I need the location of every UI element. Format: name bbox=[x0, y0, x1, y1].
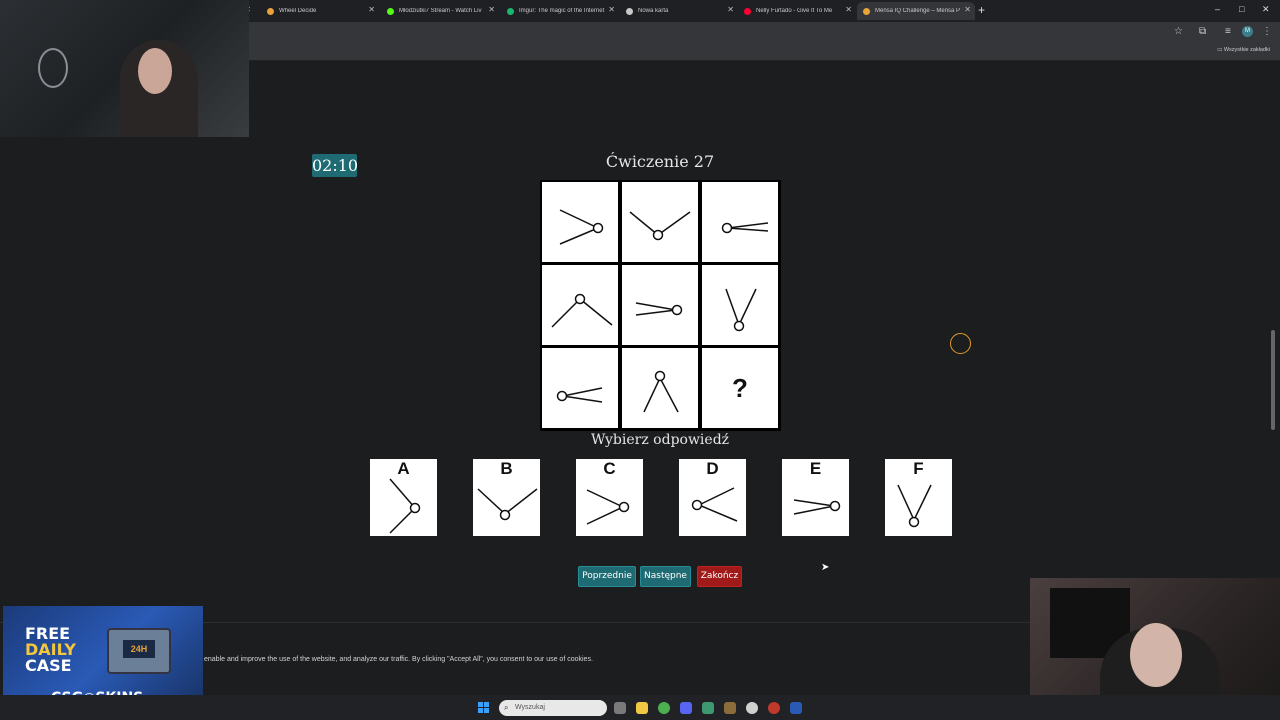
app-icon[interactable] bbox=[746, 702, 758, 714]
option-f[interactable]: F bbox=[885, 459, 952, 536]
taskbar-search-placeholder: Wyszukaj bbox=[515, 704, 545, 711]
finish-button[interactable]: Zakończ bbox=[697, 566, 742, 587]
tab-close-icon[interactable]: ✕ bbox=[488, 5, 495, 14]
tab-favicon-icon bbox=[744, 7, 751, 15]
tab-wheel-decide[interactable]: Wheel Decide ✕ bbox=[261, 2, 379, 20]
fan-shape bbox=[38, 48, 68, 88]
puzzle-cell-1-1 bbox=[542, 182, 618, 262]
answer-prompt: Wybierz odpowiedź bbox=[590, 432, 730, 448]
chrome-icon[interactable] bbox=[658, 702, 670, 714]
webcam-overlay-top-left bbox=[0, 0, 249, 137]
puzzle-cell-3-1 bbox=[542, 348, 618, 428]
streamer-head bbox=[1130, 623, 1182, 687]
ad-line-3: CASE bbox=[25, 656, 72, 675]
angle-figure-icon bbox=[691, 487, 738, 522]
exercise-title: Ćwiczenie 27 bbox=[605, 152, 715, 171]
tab-favicon-icon bbox=[507, 7, 514, 15]
puzzle-grid: ? bbox=[540, 180, 781, 431]
tab-close-icon[interactable]: ✕ bbox=[608, 5, 615, 14]
maximize-icon[interactable]: □ bbox=[1239, 4, 1244, 14]
angle-figure-icon bbox=[389, 478, 421, 534]
angle-figure-icon bbox=[725, 288, 757, 332]
cookie-banner-text: enable and improve the use of the websit… bbox=[204, 656, 593, 663]
streamer-head bbox=[138, 48, 172, 94]
extensions-icon[interactable]: ⧉ bbox=[1199, 26, 1206, 37]
angle-figure-icon bbox=[793, 499, 841, 515]
all-bookmarks-button[interactable]: ▭ Wszystkie zakładki bbox=[1217, 47, 1270, 53]
profile-avatar[interactable]: M bbox=[1242, 26, 1253, 37]
puzzle-cell-2-3 bbox=[702, 265, 778, 345]
task-view-icon[interactable] bbox=[614, 702, 626, 714]
file-explorer-icon[interactable] bbox=[636, 702, 648, 714]
mouse-pointer-icon: ➤ bbox=[821, 562, 830, 573]
option-b[interactable]: B bbox=[473, 459, 540, 536]
puzzle-cell-1-3 bbox=[702, 182, 778, 262]
tab-new-tab[interactable]: Nowa karta ✕ bbox=[620, 2, 738, 20]
puzzle-cell-2-2 bbox=[622, 265, 698, 345]
angle-figure-icon bbox=[586, 489, 630, 525]
cursor-highlight-icon bbox=[950, 333, 971, 354]
app-icon[interactable] bbox=[702, 702, 714, 714]
angle-figure-icon bbox=[551, 293, 613, 328]
minimize-icon[interactable]: – bbox=[1215, 4, 1220, 14]
steam-icon[interactable] bbox=[790, 702, 802, 714]
case-icon: 24H bbox=[107, 628, 171, 674]
tab-label: Młodziutki7 Stream - Watch Liv bbox=[399, 8, 482, 14]
puzzle-cell-1-2 bbox=[622, 182, 698, 262]
puzzle-cell-2-1 bbox=[542, 265, 618, 345]
angle-figure-icon bbox=[556, 387, 603, 403]
tab-favicon-icon bbox=[863, 7, 870, 15]
windows-start-icon[interactable] bbox=[478, 702, 490, 714]
option-c[interactable]: C bbox=[576, 459, 643, 536]
tab-music[interactable]: Nelly Furtado - Give It To Me ✕ bbox=[738, 2, 856, 20]
angle-figure-icon bbox=[721, 222, 769, 234]
tab-imgur[interactable]: Imgur: The magic of the Internet ✕ bbox=[501, 2, 619, 20]
tab-label: Nelly Furtado - Give It To Me bbox=[756, 8, 833, 14]
option-a[interactable]: A bbox=[370, 459, 437, 536]
angle-figure-icon bbox=[559, 209, 604, 245]
angle-figure-icon bbox=[477, 488, 538, 521]
tab-label: Nowa karta bbox=[638, 8, 669, 14]
tab-label: Mensa IQ Challenge – Mensa P bbox=[875, 8, 961, 14]
app-icon[interactable] bbox=[724, 702, 736, 714]
all-bookmarks-label: Wszystkie zakładki bbox=[1223, 47, 1270, 53]
tab-stream[interactable]: Młodziutki7 Stream - Watch Liv ✕ bbox=[381, 2, 499, 20]
tab-close-icon[interactable]: ✕ bbox=[727, 5, 734, 14]
app-icon[interactable] bbox=[768, 702, 780, 714]
angle-figure-icon bbox=[643, 370, 679, 413]
previous-button[interactable]: Poprzednie bbox=[578, 566, 636, 587]
folder-icon: ▭ bbox=[1217, 47, 1224, 53]
missing-answer-cell: ? bbox=[702, 348, 778, 428]
scrollbar-thumb[interactable] bbox=[1271, 330, 1275, 430]
next-button[interactable]: Następne bbox=[640, 566, 691, 587]
bookmark-star-icon[interactable]: ☆ bbox=[1174, 26, 1183, 37]
tab-favicon-icon bbox=[626, 7, 633, 15]
puzzle-cell-3-2 bbox=[622, 348, 698, 428]
tab-close-icon[interactable]: ✕ bbox=[964, 5, 971, 14]
tab-partial[interactable]: ✕ bbox=[244, 2, 255, 20]
media-icon[interactable]: ≡ bbox=[1225, 26, 1231, 37]
option-d[interactable]: D bbox=[679, 459, 746, 536]
angle-figure-icon bbox=[629, 211, 691, 241]
new-tab-icon[interactable]: + bbox=[978, 3, 985, 17]
tab-close-icon[interactable]: ✕ bbox=[845, 5, 852, 14]
case-badge: 24H bbox=[123, 640, 155, 658]
option-e[interactable]: E bbox=[782, 459, 849, 536]
search-icon: ⌕ bbox=[504, 703, 509, 712]
tab-favicon-icon bbox=[387, 7, 394, 15]
countdown-timer: 02:10 bbox=[312, 154, 359, 177]
discord-icon[interactable] bbox=[680, 702, 692, 714]
taskbar-search-input[interactable]: ⌕ Wyszukaj bbox=[499, 700, 607, 716]
menu-icon[interactable]: ⋮ bbox=[1262, 26, 1272, 37]
angle-figure-icon bbox=[635, 302, 683, 316]
tab-label: Imgur: The magic of the Internet bbox=[519, 8, 605, 14]
angle-figure-icon bbox=[897, 484, 932, 528]
tab-favicon-icon bbox=[267, 7, 274, 15]
tab-close-icon[interactable]: ✕ bbox=[368, 5, 375, 14]
tab-label: Wheel Decide bbox=[279, 8, 317, 14]
close-window-icon[interactable]: ✕ bbox=[1262, 4, 1270, 15]
ad-headline: FREE DAILY CASE bbox=[25, 626, 76, 674]
tab-mensa[interactable]: Mensa IQ Challenge – Mensa P ✕ bbox=[857, 2, 975, 20]
